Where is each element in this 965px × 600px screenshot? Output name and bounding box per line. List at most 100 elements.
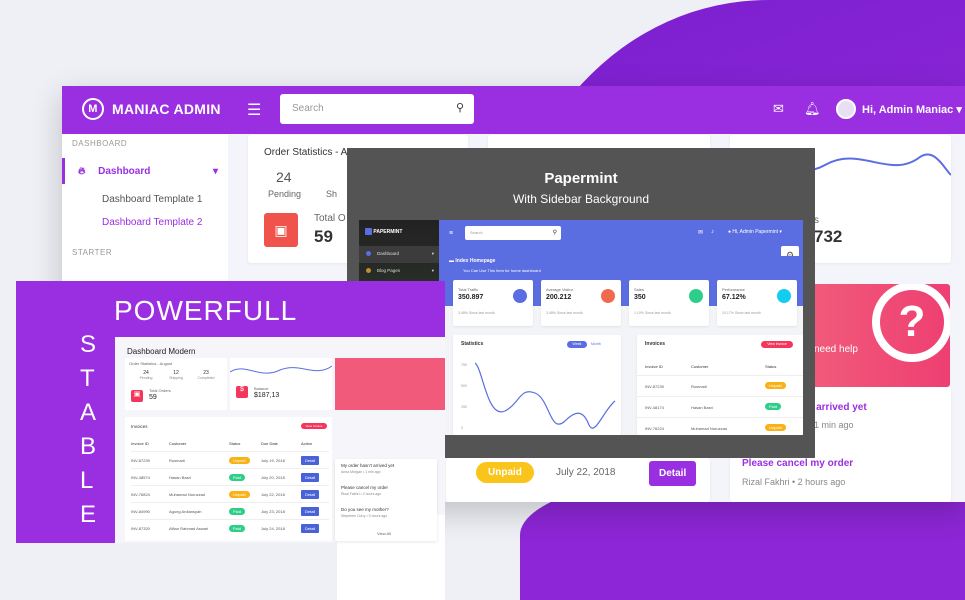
papermint-search-input[interactable]: Search ⚲ <box>465 226 561 240</box>
stable-letter: L <box>80 467 94 494</box>
menu-item-icon <box>366 251 371 256</box>
message-item[interactable]: My order hasn't arrived yet Anna Morgan •… <box>341 463 433 485</box>
stat-value: 200.212 <box>546 294 572 301</box>
search-input[interactable]: Search ⚲ <box>280 94 474 124</box>
avatar[interactable] <box>836 99 856 119</box>
detail-button[interactable]: Detail <box>649 461 697 486</box>
table-header-cell: Customer <box>169 441 187 446</box>
papermint-menu-item[interactable]: Dashboard ▾ <box>359 246 439 264</box>
detail-button[interactable]: Detail <box>301 507 320 516</box>
papermint-user[interactable]: ● Hi, Admin Papermint ▾ <box>728 229 782 235</box>
invoice-customer: Hasan Basri <box>691 405 713 410</box>
help-card[interactable]: ? need help <box>812 284 950 387</box>
table-row: INV-76224 Muhamad Nuruzzad Unpaid <box>637 417 803 435</box>
table-header-cell: Due Date <box>261 441 278 446</box>
menu-item-label: Blog Pages <box>377 268 401 274</box>
detail-button[interactable]: Detail <box>301 456 320 465</box>
message-title[interactable]: Please cancel my order <box>742 458 853 469</box>
mini-order-title: Order Statistics - August <box>129 361 173 366</box>
message-item[interactable]: Please cancel my order Rizal Fakhri • 2 h… <box>341 485 433 507</box>
mini-invoice-table: Invoice ID Customer Status Due Date Action IN… <box>131 439 329 536</box>
stat-card: Performance 67.12% 10.17% Since last month <box>717 280 797 326</box>
mini-stat-label: Completed <box>197 376 215 380</box>
papermint-title: Papermint <box>544 170 618 187</box>
mini-view-invoice-button[interactable]: View Invoice <box>301 423 327 429</box>
due-date: July 19, 2018 <box>261 458 285 463</box>
table-row: INV-87320 Alfian Rahmad Aswari Paid July 24… <box>131 519 329 536</box>
papermint-menu-item[interactable]: Blog Pages ▾ <box>359 263 439 280</box>
table-row: INV-87239 Rusmadi Unpaid <box>637 375 803 396</box>
banner-subtitle: You Can Use This Item for home dashboard <box>463 268 541 273</box>
stable-letter: B <box>80 433 97 460</box>
invoice-header-row: Invoice ID Customer Status <box>637 361 803 375</box>
sidebar-subitem-template1[interactable]: Dashboard Template 1 <box>102 194 202 205</box>
y-axis-ticks: 750 500 250 0 <box>461 363 473 433</box>
sidebar-section-dashboard: DASHBOARD <box>72 139 128 148</box>
tab-month[interactable]: Month <box>591 341 601 348</box>
user-greeting[interactable]: Hi, Admin Maniac ▾ <box>862 103 962 116</box>
stat-icon <box>513 289 527 303</box>
mail-icon[interactable]: ✉ <box>773 101 784 117</box>
tab-week[interactable]: Week <box>567 341 587 348</box>
message-title[interactable]: t arrived yet <box>810 402 867 413</box>
status-badge: Unpaid <box>229 457 250 464</box>
mini-messages-list: My order hasn't arrived yet Anna Morgan •… <box>341 463 433 529</box>
chevron-down-icon: ▾ <box>431 268 434 274</box>
banner-title: ▬ Index Homepage <box>449 258 496 264</box>
dash-title: Dashboard Modern <box>127 347 196 356</box>
mini-stat-label: Pending <box>139 376 153 380</box>
invoice-header-cell: Invoice ID <box>645 364 663 369</box>
invoice-table: Invoice ID Customer Status INV-87239 Rusmadi… <box>637 361 803 435</box>
message-meta: Rizal Fakhri • 2 hours ago <box>341 492 382 496</box>
table-row: INV-76824 Muhamad Nuruzzad Unpaid July 22, … <box>131 485 329 502</box>
due-date: July 22, 2018 <box>556 467 616 478</box>
view-invoice-button[interactable]: View Invoice <box>761 341 793 348</box>
bell-icon[interactable]: ♪ <box>711 229 714 235</box>
brand-name: MANIAC ADMIN <box>112 101 221 117</box>
message-title: Please cancel my order <box>341 485 389 490</box>
papermint-subtitle: With Sidebar Background <box>512 192 650 206</box>
papermint-invoices-card: Invoices View Invoice Invoice ID Customer… <box>637 335 803 435</box>
detail-button[interactable]: Detail <box>301 473 320 482</box>
papermint-logo-icon <box>365 228 372 235</box>
chevron-down-icon: ▾ <box>212 166 218 177</box>
search-icon[interactable]: ⚲ <box>456 101 464 114</box>
view-all-link[interactable]: View All <box>377 531 391 536</box>
table-header-cell: Invoice ID <box>131 441 149 446</box>
mini-stat: 12 Shipping <box>163 370 189 380</box>
table-header-cell: Status <box>229 441 241 446</box>
total-orders-value: 59 <box>314 227 333 246</box>
hamburger-icon[interactable]: ≡ <box>449 230 453 237</box>
brand-logo[interactable]: M MANIAC ADMIN <box>82 98 221 120</box>
mini-invoice-title: Invoices <box>131 424 148 429</box>
pending-label: Pending <box>268 189 302 199</box>
mini-help-card <box>335 358 445 410</box>
due-date: July 23, 2018 <box>261 509 285 514</box>
invoice-header-cell: Status <box>765 364 777 369</box>
menu-toggle-icon[interactable]: ☰ <box>247 100 261 120</box>
due-date: July 24, 2018 <box>261 526 285 531</box>
table-row: INV-48574 Hasan Basri Paid July 20, 2018 Det… <box>131 468 329 485</box>
bell-icon[interactable]: 🔔︎ <box>804 101 821 117</box>
sidebar-item-dashboard[interactable]: 🔥︎ Dashboard ▾ <box>78 166 218 177</box>
detail-button[interactable]: Detail <box>301 524 320 533</box>
message-item[interactable]: Do you see my mother? Stepehen Curry • 3 … <box>341 507 433 529</box>
mini-balance-value: $187,13 <box>254 392 280 399</box>
invoice-customer: Muhamad Nuruzzad <box>169 492 206 497</box>
y-tick-label: 0 <box>461 426 463 430</box>
stat-value: 350 <box>634 294 646 301</box>
status-badge: Unpaid <box>229 491 250 498</box>
invoice-id: INV-48574 <box>131 475 150 480</box>
mini-wave-chart <box>229 365 333 374</box>
search-placeholder: Search <box>292 103 324 114</box>
sidebar-subitem-template2[interactable]: Dashboard Template 2 <box>102 217 202 228</box>
message-meta: Rizal Fakhri • 2 hours ago <box>742 477 846 487</box>
mini-total-value: 59 <box>149 394 157 401</box>
detail-button[interactable]: Detail <box>301 490 320 499</box>
stat-label: Sales <box>634 287 645 292</box>
mail-icon[interactable]: ✉ <box>698 229 703 236</box>
invoice-customer: Agung Ardiansyah <box>169 509 202 514</box>
due-date: July 20, 2018 <box>261 475 285 480</box>
y-tick-label: 500 <box>461 384 467 388</box>
status-badge: Paid <box>229 474 246 481</box>
